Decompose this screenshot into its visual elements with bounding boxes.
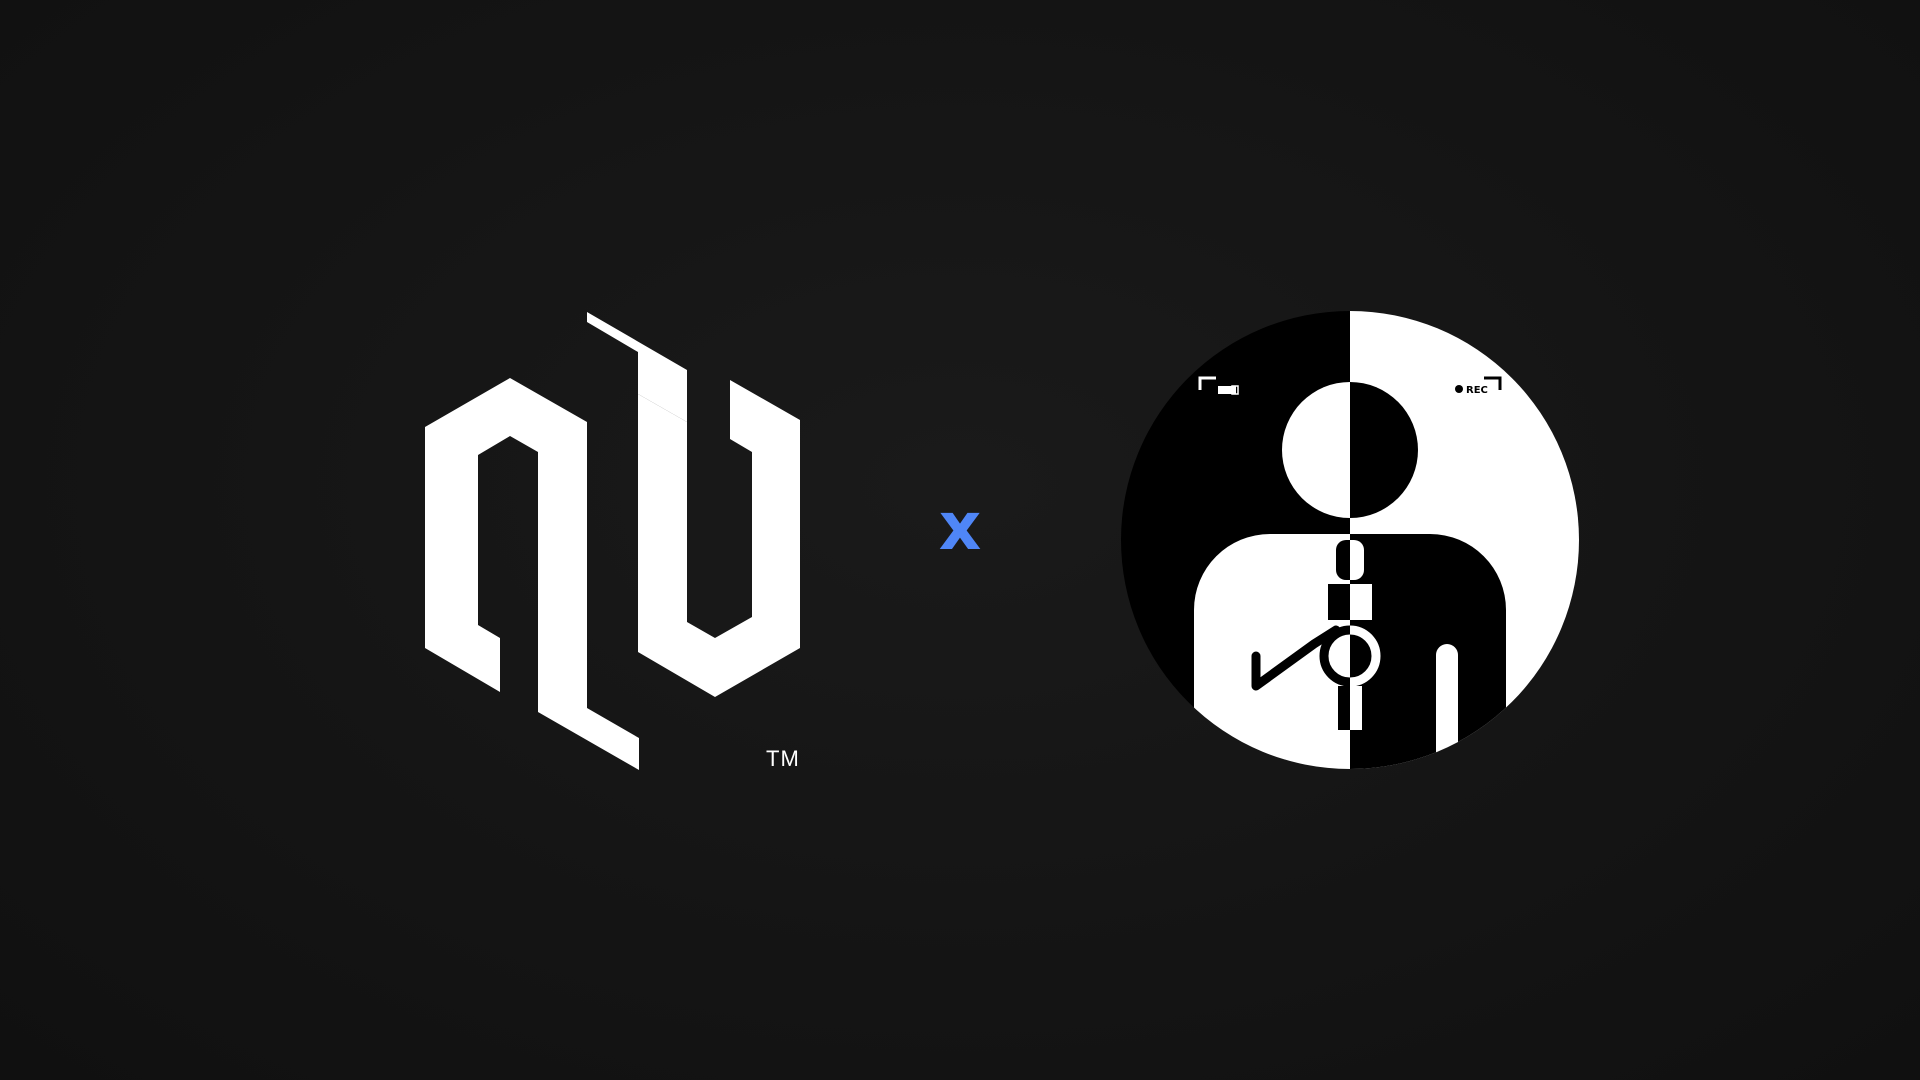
trademark-label: TM <box>766 746 800 771</box>
hexagon-monogram-icon <box>425 312 800 770</box>
split-person-microphone-icon: REC <box>1121 311 1579 769</box>
collab-x-symbol: x <box>938 488 982 565</box>
rec-label: REC <box>1466 385 1488 396</box>
collab-graphic: TM x REC <box>0 0 1920 1080</box>
